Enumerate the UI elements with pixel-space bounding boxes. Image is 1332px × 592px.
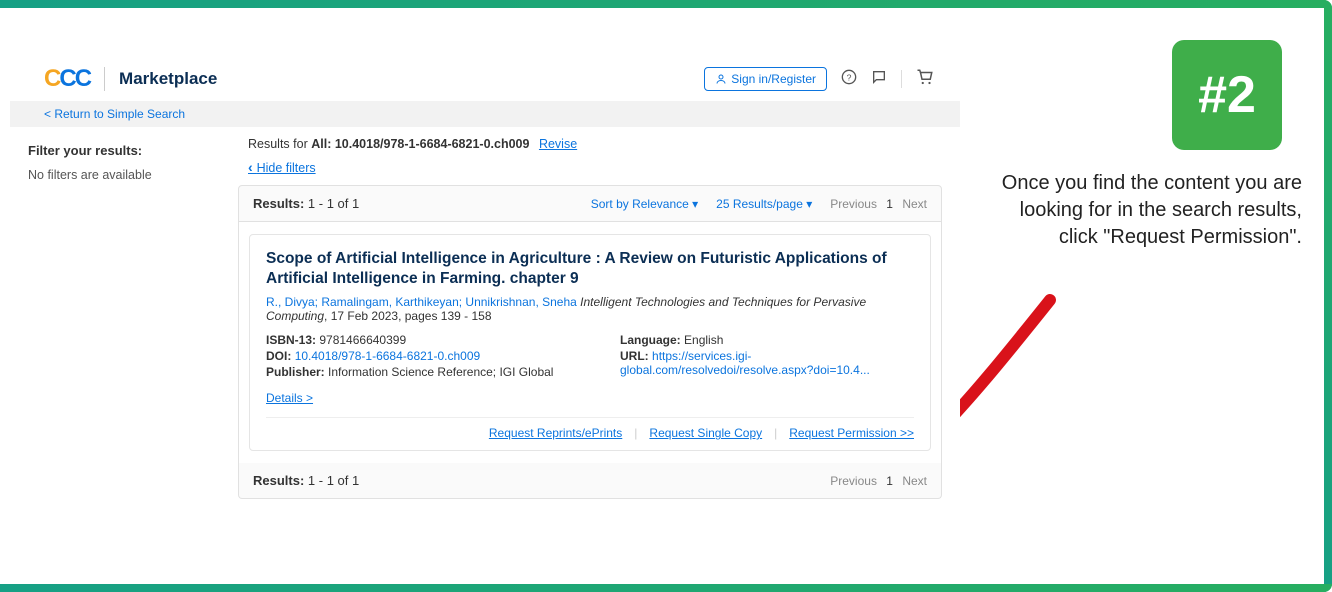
return-simple-search-link[interactable]: < Return to Simple Search <box>44 107 185 121</box>
brand: CCC Marketplace <box>44 65 217 93</box>
results-for: Results for All: 10.4018/978-1-6684-6821… <box>248 137 942 151</box>
sign-in-button[interactable]: Sign in/Register <box>704 67 827 91</box>
frame-right <box>1324 0 1332 592</box>
results-count-range: 1 - 1 of 1 <box>308 196 359 211</box>
results-count-label-bottom: Results: <box>253 473 304 488</box>
callout-text: Once you find the content you are lookin… <box>962 170 1302 251</box>
result-meta: ISBN-13: 9781466640399 DOI: 10.4018/978-… <box>266 333 914 381</box>
marketplace-screenshot: CCC Marketplace Sign in/Register ? < Ret… <box>10 55 960 485</box>
results-for-prefix: Results for <box>248 137 308 151</box>
results-count-top: Results: 1 - 1 of 1 <box>253 196 359 211</box>
pager-bottom: Previous 1 Next <box>830 474 927 488</box>
perpage-dropdown[interactable]: 25 Results/page ▾ <box>716 197 812 211</box>
result-authors[interactable]: R., Divya; Ramalingam, Karthikeyan; Unni… <box>266 295 577 309</box>
header-actions: Sign in/Register ? <box>704 67 934 91</box>
doi-label: DOI: <box>266 349 291 363</box>
brand-logo: CCC <box>44 65 90 93</box>
doi-value[interactable]: 10.4018/978-1-6684-6821-0.ch009 <box>295 349 480 363</box>
hide-filters-link[interactable]: Hide filters <box>248 159 316 175</box>
request-single-copy-link[interactable]: Request Single Copy <box>649 426 762 440</box>
header-divider <box>901 70 902 88</box>
svg-text:?: ? <box>847 72 852 82</box>
user-icon <box>715 73 727 85</box>
results-bar-bottom: Results: 1 - 1 of 1 Previous 1 Next <box>238 463 942 499</box>
pager-top: Previous 1 Next <box>830 197 927 211</box>
sort-dropdown[interactable]: Sort by Relevance ▾ <box>591 197 698 211</box>
sub-bar: < Return to Simple Search <box>10 101 960 127</box>
filters-heading: Filter your results: <box>28 143 238 158</box>
details-link[interactable]: Details > <box>266 391 313 405</box>
frame-top <box>0 0 1332 8</box>
page-current: 1 <box>886 197 893 211</box>
brand-suffix: Marketplace <box>119 69 217 89</box>
next-button[interactable]: Next <box>902 197 927 211</box>
url-label: URL: <box>620 349 649 363</box>
results-bar-top: Results: 1 - 1 of 1 Sort by Relevance ▾ … <box>238 185 942 222</box>
help-icon[interactable]: ? <box>841 69 857 89</box>
action-sep-2: | <box>774 426 777 440</box>
brand-divider <box>104 67 105 91</box>
results-main: Results for All: 10.4018/978-1-6684-6821… <box>238 137 942 499</box>
filters-sidebar: Filter your results: No filters are avai… <box>28 137 238 499</box>
revise-link[interactable]: Revise <box>539 137 577 151</box>
result-card: Scope of Artificial Intelligence in Agri… <box>249 234 931 451</box>
publisher-value: Information Science Reference; IGI Globa… <box>328 365 553 379</box>
frame-bottom <box>0 584 1332 592</box>
prev-button[interactable]: Previous <box>830 197 877 211</box>
isbn-label: ISBN-13: <box>266 333 316 347</box>
sort-label: Sort by Relevance <box>591 197 689 211</box>
request-permission-link[interactable]: Request Permission >> <box>789 426 914 440</box>
chat-icon[interactable] <box>871 69 887 89</box>
result-byline: R., Divya; Ramalingam, Karthikeyan; Unni… <box>266 295 914 323</box>
result-title[interactable]: Scope of Artificial Intelligence in Agri… <box>266 249 914 289</box>
results-count-bottom: Results: 1 - 1 of 1 <box>253 473 359 488</box>
page-current-bottom: 1 <box>886 474 893 488</box>
language-value: English <box>684 333 723 347</box>
language-label: Language: <box>620 333 681 347</box>
return-simple-search-label: Return to Simple Search <box>54 107 185 121</box>
callout-line-1: Once you find the content you are <box>1002 172 1302 194</box>
app-header: CCC Marketplace Sign in/Register ? <box>10 55 960 101</box>
results-count-label: Results: <box>253 196 304 211</box>
isbn-value: 9781466640399 <box>319 333 406 347</box>
sign-in-label: Sign in/Register <box>731 72 816 86</box>
filters-empty: No filters are available <box>28 168 238 182</box>
callout-line-3: click "Request Permission". <box>1059 226 1302 248</box>
results-for-scope: All: 10.4018/978-1-6684-6821-0.ch009 <box>311 137 529 151</box>
cart-icon[interactable] <box>916 68 934 90</box>
results-count-range-bottom: 1 - 1 of 1 <box>308 473 359 488</box>
perpage-label: 25 Results/page <box>716 197 803 211</box>
result-date-pages: , 17 Feb 2023, pages 139 - 158 <box>324 309 491 323</box>
prev-button-bottom[interactable]: Previous <box>830 474 877 488</box>
publisher-label: Publisher: <box>266 365 325 379</box>
next-button-bottom[interactable]: Next <box>902 474 927 488</box>
url-value[interactable]: https://services.igi-global.com/resolved… <box>620 349 870 377</box>
result-actions: Request Reprints/ePrints | Request Singl… <box>266 417 914 440</box>
callout-line-2: looking for in the search results, <box>1020 199 1302 221</box>
request-reprints-link[interactable]: Request Reprints/ePrints <box>489 426 622 440</box>
result-card-wrapper: Scope of Artificial Intelligence in Agri… <box>238 222 942 463</box>
action-sep-1: | <box>634 426 637 440</box>
step-badge: #2 <box>1172 40 1282 150</box>
